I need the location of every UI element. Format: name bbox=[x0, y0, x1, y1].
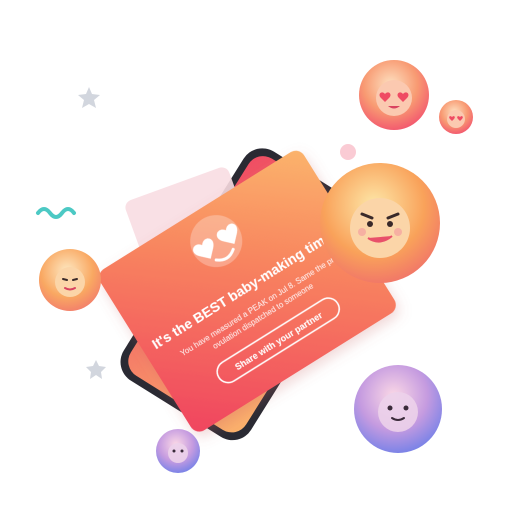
calm-emoji-bubble-icon bbox=[354, 365, 442, 453]
shy-emoji-bubble-icon bbox=[39, 249, 101, 311]
illustration-canvas: It's the BEST baby-making time ! You hav… bbox=[36, 60, 473, 473]
star-icon bbox=[78, 87, 100, 108]
illustration-stage: It's the BEST baby-making time ! You hav… bbox=[0, 0, 520, 520]
smirk-emoji-icon bbox=[320, 163, 440, 283]
star-icon bbox=[86, 360, 106, 379]
heart-eyes-bubble-icon bbox=[439, 100, 473, 134]
decor-dot bbox=[340, 144, 356, 160]
squiggle-icon bbox=[36, 207, 76, 219]
heart-eyes-bubble-icon bbox=[359, 60, 429, 130]
calm-emoji-bubble-icon bbox=[156, 429, 200, 473]
